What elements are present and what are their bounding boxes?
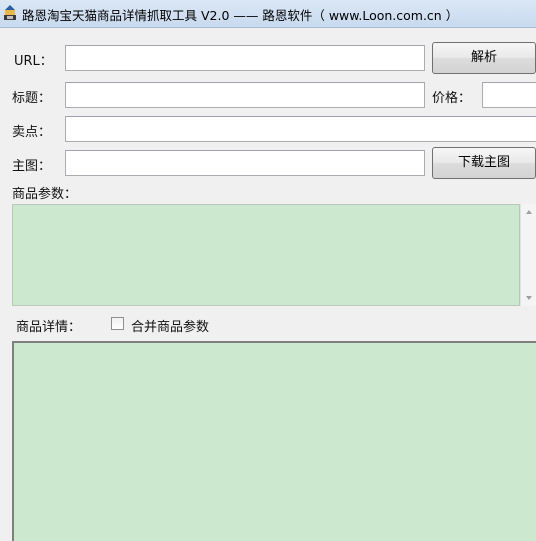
url-label: URL： <box>14 54 53 69</box>
title-bar: 路恩淘宝天猫商品详情抓取工具 V2.0 —— 路恩软件（ www.Loon.co… <box>0 0 536 28</box>
params-label: 商品参数： <box>12 187 78 202</box>
main-image-label: 主图： <box>12 159 52 174</box>
params-scrollbar[interactable] <box>520 204 536 306</box>
window-title: 路恩淘宝天猫商品详情抓取工具 V2.0 —— 路恩软件（ www.Loon.co… <box>22 8 459 23</box>
merge-params-checkbox[interactable] <box>111 317 124 330</box>
selling-point-input[interactable] <box>65 116 536 142</box>
scroll-down-icon[interactable] <box>526 296 532 300</box>
price-input[interactable] <box>482 82 536 108</box>
main-image-input[interactable] <box>65 150 425 176</box>
details-textarea[interactable] <box>12 341 536 541</box>
app-icon <box>4 5 16 20</box>
details-label: 商品详情： <box>16 320 82 335</box>
title-label: 标题： <box>12 91 52 106</box>
download-main-image-button[interactable]: 下载主图 <box>432 147 536 179</box>
params-textarea[interactable] <box>12 204 520 306</box>
parse-button[interactable]: 解析 <box>432 42 536 74</box>
price-label: 价格： <box>432 91 472 106</box>
selling-point-label: 卖点： <box>12 125 52 140</box>
url-input[interactable] <box>65 45 425 71</box>
title-input[interactable] <box>65 82 425 108</box>
scroll-up-icon[interactable] <box>526 210 532 214</box>
merge-params-label[interactable]: 合并商品参数 <box>131 316 209 335</box>
